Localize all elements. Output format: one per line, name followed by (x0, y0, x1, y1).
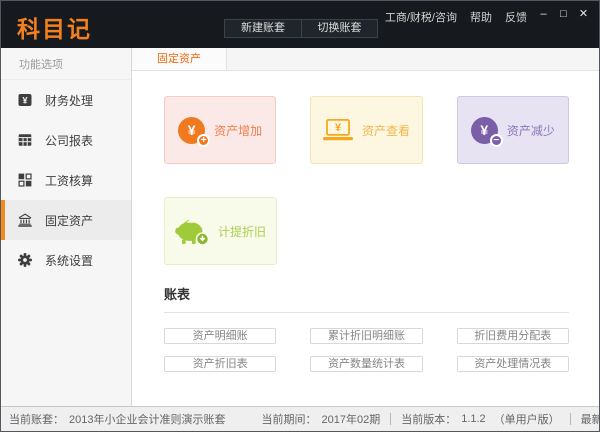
divider (164, 312, 569, 313)
switch-account-button[interactable]: 切换账套 (301, 20, 377, 37)
card-asset-view[interactable]: ¥ 资产查看 (310, 96, 422, 164)
yen-circle-minus-icon: ¥− (471, 117, 498, 144)
sidebar-item-label: 工资核算 (45, 172, 93, 189)
card-asset-add[interactable]: ¥+ 资产增加 (164, 96, 276, 164)
window-controls: – □ ✕ (536, 7, 591, 22)
current-version-value: 1.1.2 (461, 413, 485, 425)
report-table-icon (18, 133, 32, 147)
card-asset-reduce[interactable]: ¥− 资产减少 (457, 96, 569, 164)
close-icon[interactable]: ✕ (576, 7, 591, 22)
minimize-icon[interactable]: – (536, 7, 551, 22)
report-btn-accum-depreciation-ledger[interactable]: 累计折旧明细账 (310, 328, 422, 344)
current-version-label: 当前版本： (401, 411, 456, 427)
card-label: 资产增加 (214, 122, 262, 139)
reports-section-title: 账表 (164, 284, 569, 303)
link-business-tax-consult[interactable]: 工商/财税/咨询 (385, 9, 457, 25)
titlebar-links: 工商/财税/咨询 帮助 反馈 (385, 9, 527, 25)
card-label: 资产查看 (362, 122, 410, 139)
current-period-value: 2017年02期 (321, 411, 380, 427)
report-btn-asset-disposal-status[interactable]: 资产处理情况表 (457, 356, 569, 372)
account-button-group: 新建账套 切换账套 (224, 19, 378, 38)
sidebar-item-finance[interactable]: ¥ 财务处理 (1, 80, 131, 120)
sidebar-item-reports[interactable]: 公司报表 (1, 120, 131, 160)
edition-badge: （单用户版） (494, 411, 560, 427)
plus-badge-icon: + (197, 134, 210, 147)
new-account-button[interactable]: 新建账套 (225, 20, 301, 37)
tab-fixed-assets[interactable]: 固定资产 (132, 48, 227, 70)
sidebar-item-label: 公司报表 (45, 132, 93, 149)
sidebar-item-payroll[interactable]: 工资核算 (1, 160, 131, 200)
sidebar-item-fixed-assets[interactable]: 固定资产 (1, 200, 131, 240)
card-label: 资产减少 (507, 122, 555, 139)
report-btn-asset-quantity-stats[interactable]: 资产数量统计表 (310, 356, 422, 372)
title-bar: 科目记 新建账套 切换账套 工商/财税/咨询 帮助 反馈 – □ ✕ (1, 1, 599, 48)
minus-badge-icon: − (490, 134, 503, 147)
card-label: 计提折旧 (218, 223, 266, 240)
link-feedback[interactable]: 反馈 (505, 9, 527, 25)
report-btn-asset-depreciation[interactable]: 资产折旧表 (164, 356, 276, 372)
piggy-bank-icon (175, 217, 209, 245)
latest-version-label: 最新版本： (581, 411, 600, 427)
sidebar-header: 功能选项 (1, 48, 131, 80)
tab-strip: 固定资产 (132, 48, 599, 71)
app-window: 科目记 新建账套 切换账套 工商/财税/咨询 帮助 反馈 – □ ✕ 功能选项 … (0, 0, 600, 432)
bank-icon (18, 213, 32, 227)
report-btn-depreciation-allocation[interactable]: 折旧费用分配表 (457, 328, 569, 344)
sidebar: 功能选项 ¥ 财务处理 公司报表 工资核算 (1, 48, 132, 406)
yen-circle-plus-icon: ¥+ (178, 117, 205, 144)
svg-text:¥: ¥ (22, 96, 27, 106)
sidebar-item-label: 财务处理 (45, 92, 93, 109)
reports-section: 账表 资产明细账 累计折旧明细账 折旧费用分配表 资产折旧表 资产数量统计表 资… (164, 284, 569, 372)
main-area: 固定资产 ¥+ 资产增加 ¥ 资产查看 ¥− (132, 48, 599, 406)
cash-icon: ¥ (18, 93, 32, 107)
link-help[interactable]: 帮助 (470, 9, 492, 25)
status-bar: 当前账套： 2013年小企业会计准则演示账套 当前期间： 2017年02期 当前… (1, 406, 599, 431)
sidebar-item-label: 固定资产 (45, 212, 93, 229)
laptop-yen-icon: ¥ (323, 119, 353, 141)
payroll-blocks-icon (18, 173, 32, 187)
current-account-label: 当前账套： (9, 411, 64, 427)
maximize-icon[interactable]: □ (556, 7, 571, 22)
app-logo: 科目记 (17, 10, 92, 44)
current-period-label: 当前期间： (261, 411, 316, 427)
card-depreciation[interactable]: 计提折旧 (164, 197, 277, 265)
divider (390, 413, 391, 425)
gear-icon (18, 253, 32, 267)
report-btn-asset-detail-ledger[interactable]: 资产明细账 (164, 328, 276, 344)
divider (570, 413, 571, 425)
fixed-assets-content: ¥+ 资产增加 ¥ 资产查看 ¥− 资产减少 (132, 71, 599, 372)
sidebar-item-label: 系统设置 (45, 252, 93, 269)
svg-text:¥: ¥ (335, 122, 342, 134)
sidebar-item-settings[interactable]: 系统设置 (1, 240, 131, 280)
current-account-value: 2013年小企业会计准则演示账套 (69, 411, 225, 427)
